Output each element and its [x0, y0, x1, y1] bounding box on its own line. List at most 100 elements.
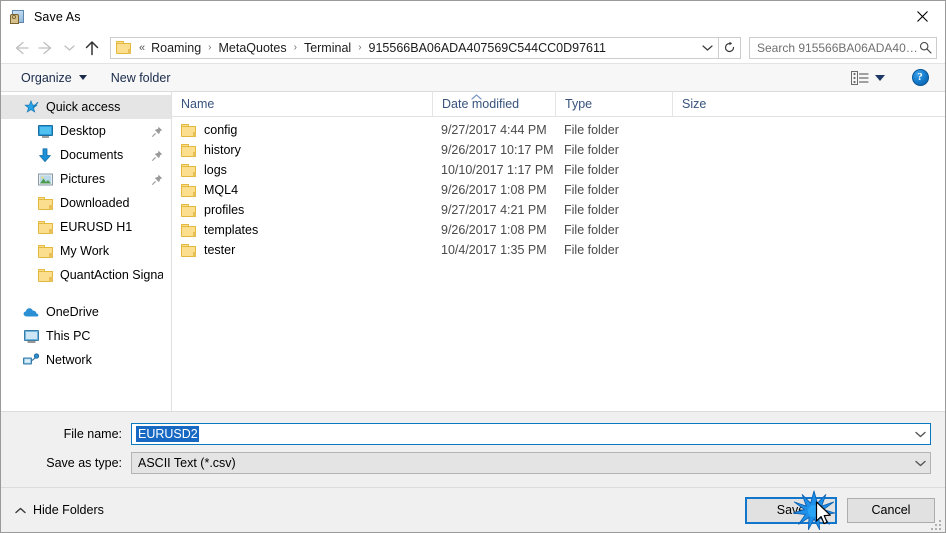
sidebar-item-pictures[interactable]: Pictures — [1, 167, 171, 191]
forward-arrow-icon[interactable] — [33, 36, 59, 60]
sidebar-item-label: Pictures — [60, 172, 106, 186]
save-as-type-row: Save as type: ASCII Text (*.csv) — [15, 452, 931, 474]
column-header-type[interactable]: Type — [555, 91, 672, 116]
navigation-sidebar: Quick access Desktop Documents Pictures … — [1, 92, 172, 411]
breadcrumb-separator[interactable]: › — [353, 42, 366, 53]
file-name-cell: logs — [172, 163, 432, 177]
sidebar-item-quantaction-signal[interactable]: QuantAction Signal — [1, 263, 171, 287]
navigation-bar: « Roaming › MetaQuotes › Terminal › 9155… — [1, 32, 945, 63]
file-name: MQL4 — [204, 183, 239, 197]
up-arrow-icon[interactable] — [79, 36, 105, 60]
folder-icon — [181, 223, 196, 237]
sidebar-item-label: Downloaded — [60, 196, 130, 210]
sidebar-item-label: Quick access — [46, 100, 121, 114]
pin-icon[interactable] — [151, 173, 163, 185]
file-date: 9/27/2017 4:44 PM — [441, 123, 547, 137]
sidebar-item-label: Documents — [60, 148, 124, 162]
close-icon[interactable] — [899, 1, 945, 31]
file-name: tester — [204, 243, 236, 257]
table-row[interactable]: profiles 9/27/2017 4:21 PM File folder — [172, 200, 945, 220]
folder-icon — [37, 267, 53, 283]
table-row[interactable]: config 9/27/2017 4:44 PM File folder — [172, 120, 945, 140]
sidebar-item-my-work[interactable]: My Work — [1, 239, 171, 263]
save-fields: File name: EURUSD2 Save as type: ASCII T… — [1, 411, 945, 487]
sort-ascending-icon — [471, 93, 482, 102]
new-folder-button[interactable]: New folder — [105, 68, 177, 88]
column-label: Size — [682, 96, 707, 111]
sidebar-item-label: This PC — [46, 329, 91, 343]
folder-icon — [37, 219, 53, 235]
table-row[interactable]: MQL4 9/26/2017 1:08 PM File folder — [172, 180, 945, 200]
table-row[interactable]: history 9/26/2017 10:17 PM File folder — [172, 140, 945, 160]
breadcrumb-item-metaquotes[interactable]: MetaQuotes — [217, 40, 289, 56]
resize-grip-icon[interactable] — [929, 518, 941, 530]
file-date: 9/26/2017 1:08 PM — [441, 223, 547, 237]
file-date: 9/26/2017 10:17 PM — [441, 143, 554, 157]
column-header-size[interactable]: Size — [672, 91, 755, 116]
folder-icon — [181, 203, 196, 217]
file-date: 9/27/2017 4:21 PM — [441, 203, 547, 217]
organize-button[interactable]: Organize — [15, 68, 93, 88]
table-row[interactable]: templates 9/26/2017 1:08 PM File folder — [172, 220, 945, 240]
chevron-down-icon[interactable] — [696, 38, 718, 58]
table-row[interactable]: logs 10/10/2017 1:17 PM File folder — [172, 160, 945, 180]
file-list[interactable]: config 9/27/2017 4:44 PM File folder his… — [172, 117, 945, 411]
chevron-down-icon[interactable] — [910, 460, 930, 467]
chevron-up-icon — [15, 507, 26, 514]
table-row[interactable]: tester 10/4/2017 1:35 PM File folder — [172, 240, 945, 260]
sidebar-item-quick-access[interactable]: Quick access — [1, 95, 171, 119]
sidebar-item-eurusd-h1[interactable]: EURUSD H1 — [1, 215, 171, 239]
pin-icon[interactable] — [151, 149, 163, 161]
file-type: File folder — [564, 163, 619, 177]
dialog-button-bar: Hide Folders Save Cancel — [1, 487, 945, 532]
file-name-cell: config — [172, 123, 432, 137]
chevron-down-icon[interactable] — [910, 431, 930, 438]
file-name-input[interactable]: EURUSD2 — [131, 423, 931, 445]
address-bar[interactable]: « Roaming › MetaQuotes › Terminal › 9155… — [110, 36, 719, 59]
cancel-button[interactable]: Cancel — [847, 497, 935, 523]
sidebar-item-onedrive[interactable]: OneDrive — [1, 300, 171, 324]
view-options-button[interactable] — [845, 68, 891, 88]
column-headers: Name Date modified Type Size — [172, 91, 945, 117]
file-type: File folder — [564, 223, 619, 237]
file-date: 9/26/2017 1:08 PM — [441, 183, 547, 197]
sidebar-item-documents[interactable]: Documents — [1, 143, 171, 167]
breadcrumb-item-roaming[interactable]: Roaming — [149, 40, 203, 56]
search-icon[interactable] — [919, 41, 932, 54]
star-pin-icon — [23, 99, 39, 115]
sidebar-item-label: QuantAction Signal — [60, 268, 163, 282]
sidebar-item-label: EURUSD H1 — [60, 220, 133, 234]
command-bar: Organize New folder ? — [1, 63, 945, 92]
sidebar-item-downloaded[interactable]: Downloaded — [1, 191, 171, 215]
chevron-down-icon — [875, 74, 885, 81]
file-type: File folder — [564, 183, 619, 197]
column-header-name[interactable]: Name — [172, 91, 432, 116]
view-options-icon — [851, 70, 869, 85]
breadcrumb-item-terminal-id[interactable]: 915566BA06ADA407569C544CC0D97611 — [367, 40, 608, 56]
breadcrumb-item-terminal[interactable]: Terminal — [302, 40, 353, 56]
breadcrumb-separator[interactable]: › — [203, 42, 216, 53]
breadcrumb-overflow[interactable]: « — [135, 42, 149, 54]
hide-folders-button[interactable]: Hide Folders — [15, 503, 104, 517]
recent-locations-chevron-icon[interactable] — [59, 36, 79, 60]
column-header-date-modified[interactable]: Date modified — [432, 91, 555, 116]
file-name: profiles — [204, 203, 245, 217]
back-arrow-icon[interactable] — [7, 36, 33, 60]
pin-icon[interactable] — [151, 125, 163, 137]
save-as-type-select[interactable]: ASCII Text (*.csv) — [131, 452, 931, 474]
folder-icon — [116, 41, 131, 54]
refresh-icon[interactable] — [719, 36, 741, 59]
folder-icon — [181, 243, 196, 257]
save-button[interactable]: Save — [745, 496, 837, 524]
sidebar-item-this-pc[interactable]: This PC — [1, 324, 171, 348]
sidebar-item-network[interactable]: Network — [1, 348, 171, 372]
file-name-cell: history — [172, 143, 432, 157]
file-date: 10/10/2017 1:17 PM — [441, 163, 554, 177]
organize-label: Organize — [21, 70, 72, 85]
help-button[interactable]: ? — [907, 67, 933, 89]
save-as-dialog: Save As « Roaming › MetaQuotes › Termina… — [0, 0, 946, 533]
sidebar-item-desktop[interactable]: Desktop — [1, 119, 171, 143]
search-input[interactable]: Search 915566BA06ADA40756... — [749, 36, 937, 59]
folder-icon — [37, 243, 53, 259]
breadcrumb-separator[interactable]: › — [289, 42, 302, 53]
